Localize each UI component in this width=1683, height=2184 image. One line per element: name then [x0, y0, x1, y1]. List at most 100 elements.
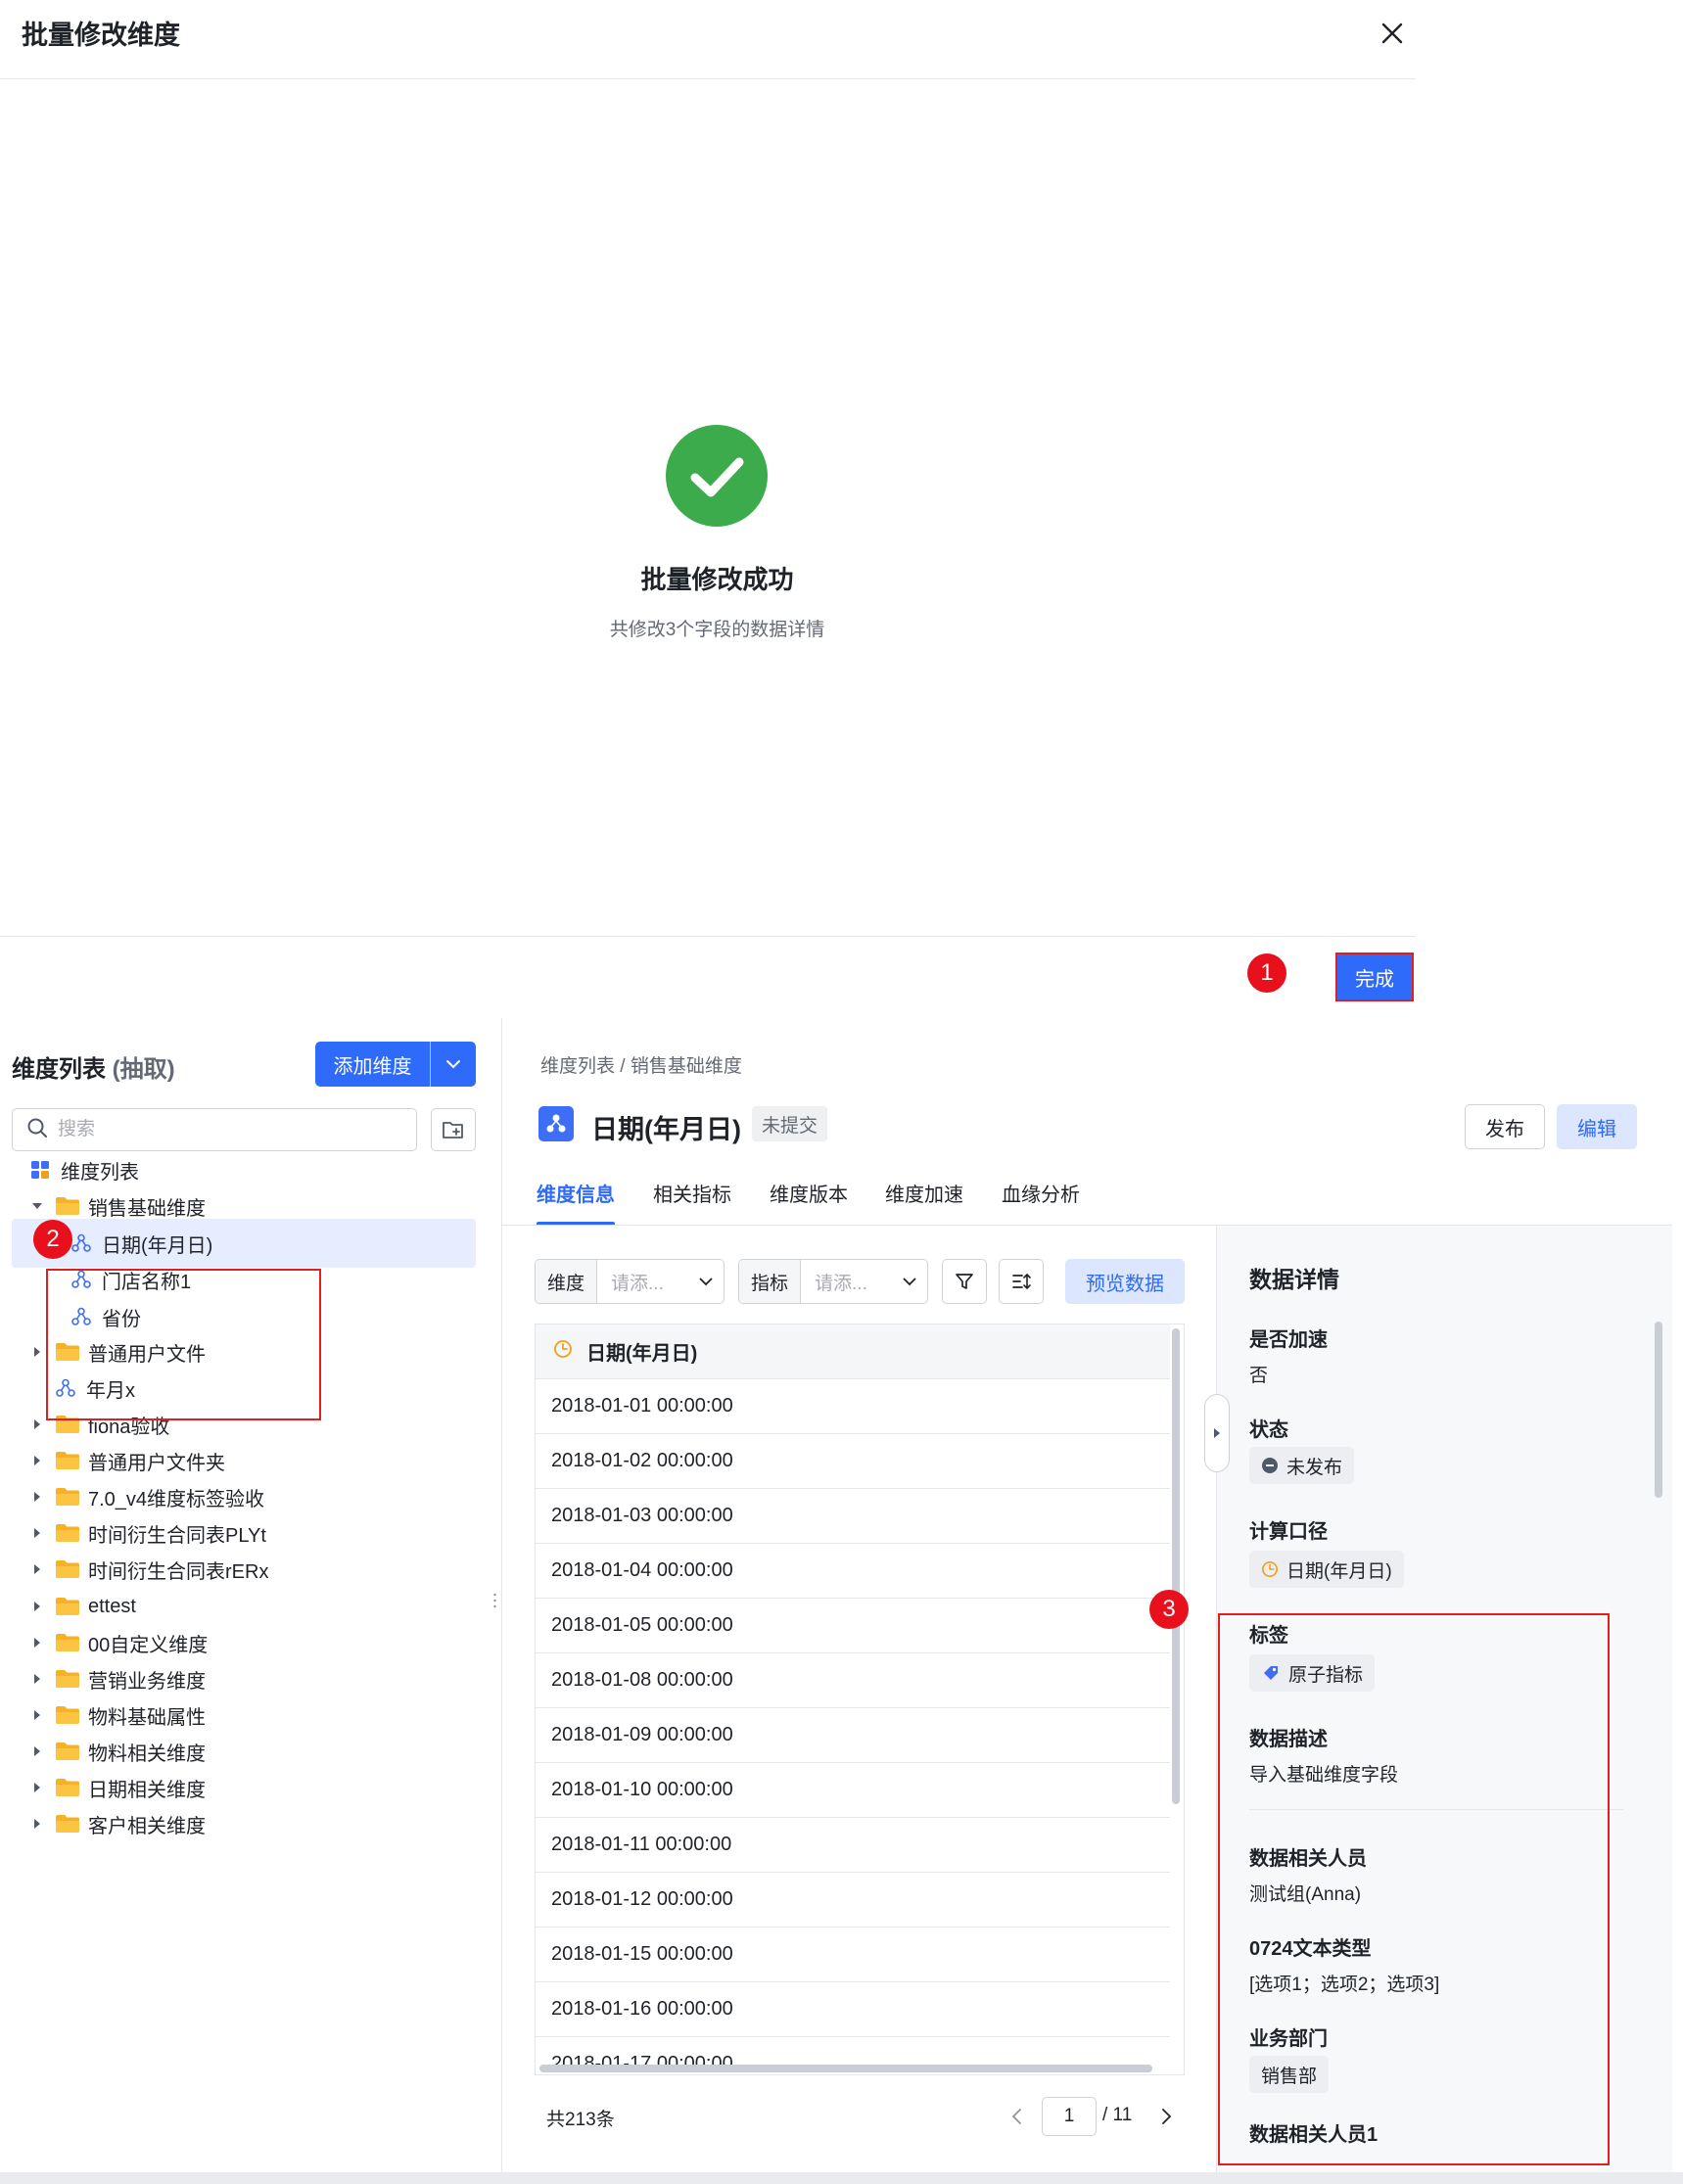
breadcrumb[interactable]: 维度列表 / 销售基础维度	[540, 1051, 742, 1078]
dimension-filter-select[interactable]: 维度 请添...	[535, 1259, 725, 1304]
table-row: 2018-01-02 00:00:00	[536, 1434, 1170, 1489]
folder-icon	[55, 1777, 80, 1798]
caret-down-icon[interactable]	[27, 1196, 47, 1216]
caret-right-icon[interactable]	[27, 1814, 47, 1834]
detail-scrollbar[interactable]	[1655, 1322, 1662, 1498]
folder-icon	[55, 1704, 80, 1726]
sidebar-title: 维度列表 (抽取)	[12, 1049, 175, 1084]
caret-right-icon[interactable]	[27, 1415, 47, 1434]
batch-edit-dialog: 批量修改维度 批量修改成功 共修改3个字段的数据详情 1 完成	[0, 0, 1416, 1008]
sort-icon	[1012, 1273, 1031, 1290]
new-folder-icon	[443, 1122, 463, 1138]
calc-chip[interactable]: 日期(年月日)	[1249, 1551, 1404, 1588]
edit-button[interactable]: 编辑	[1557, 1104, 1637, 1149]
tree-item-label: 物料相关维度	[88, 1743, 206, 1765]
success-subtitle: 共修改3个字段的数据详情	[609, 620, 825, 640]
caret-right-icon[interactable]	[27, 1559, 47, 1579]
success-check-icon	[666, 425, 768, 527]
table-header: 日期(年月日)	[536, 1324, 1170, 1379]
table-cell: 2018-01-09 00:00:00	[551, 1724, 733, 1745]
tree-item-label: 时间衍生合同表PLYt	[88, 1524, 266, 1547]
detail-title: 数据详情	[1249, 1267, 1339, 1292]
tree-item-label: 7.0_v4维度标签验收	[88, 1488, 265, 1510]
caret-right-icon[interactable]	[27, 1778, 47, 1797]
tab-related-metrics[interactable]: 相关指标	[653, 1179, 731, 1207]
caret-right-icon[interactable]	[27, 1633, 47, 1652]
caret-right-icon[interactable]	[27, 1523, 47, 1543]
folder-icon	[55, 1741, 80, 1762]
calc-label: 计算口径	[1249, 1521, 1328, 1543]
table-row: 2018-01-03 00:00:00	[536, 1489, 1170, 1544]
filter-button[interactable]	[942, 1259, 987, 1304]
page-number-input[interactable]	[1042, 2097, 1097, 2136]
sidebar-title-sub: (抽取)	[112, 1056, 175, 1083]
caret-right-icon[interactable]	[27, 1742, 47, 1761]
tree-item-label: 日期(年月日)	[102, 1234, 213, 1257]
grid-icon	[27, 1159, 53, 1181]
caret-right-icon[interactable]	[27, 1342, 47, 1362]
metric-filter-select[interactable]: 指标 请添...	[738, 1259, 928, 1304]
dimension-filter-label: 维度	[536, 1260, 598, 1303]
filter-icon	[956, 1274, 973, 1289]
tab-dimension-acceleration[interactable]: 维度加速	[885, 1179, 963, 1207]
folder-icon	[55, 1195, 80, 1217]
table-cell: 2018-01-03 00:00:00	[551, 1505, 733, 1526]
chevron-down-icon	[892, 1273, 927, 1290]
table-cell: 2018-01-15 00:00:00	[551, 1943, 733, 1965]
tree-item-label: ettest	[88, 1595, 136, 1617]
search-icon	[26, 1117, 48, 1143]
table-horizontal-scrollbar[interactable]	[539, 2065, 1152, 2072]
caret-right-icon	[1214, 1428, 1220, 1438]
table-vertical-scrollbar[interactable]	[1172, 1328, 1180, 1804]
table-cell: 2018-01-16 00:00:00	[551, 1998, 733, 2020]
caret-right-icon[interactable]	[27, 1669, 47, 1689]
table-cell: 2018-01-02 00:00:00	[551, 1450, 733, 1471]
status-label: 状态	[1249, 1419, 1288, 1441]
done-button[interactable]: 完成	[1335, 953, 1414, 1001]
status-chip: 未发布	[1249, 1447, 1355, 1484]
preview-data-button[interactable]: 预览数据	[1065, 1259, 1185, 1304]
tree-item-label: 销售基础维度	[88, 1197, 206, 1220]
tab-dimension-versions[interactable]: 维度版本	[770, 1179, 848, 1207]
close-icon[interactable]	[1375, 16, 1410, 51]
table-cell: 2018-01-05 00:00:00	[551, 1614, 733, 1636]
table-cell: 2018-01-08 00:00:00	[551, 1669, 733, 1691]
annotation-marker-2: 2	[33, 1220, 72, 1259]
bottom-scroll-strip	[0, 2172, 1683, 2184]
dimension-title: 日期(年月日)	[591, 1115, 741, 1144]
publish-button[interactable]: 发布	[1465, 1104, 1545, 1149]
splitter-handle-icon[interactable]	[493, 1592, 496, 1609]
sidebar-title-main: 维度列表	[12, 1056, 106, 1083]
caret-right-icon[interactable]	[27, 1597, 47, 1616]
folder-icon	[55, 1450, 80, 1471]
search-input[interactable]	[58, 1119, 391, 1140]
tab-dimension-info[interactable]: 维度信息	[537, 1179, 615, 1207]
caret-right-icon[interactable]	[27, 1451, 47, 1470]
caret-right-icon[interactable]	[27, 1705, 47, 1725]
success-title: 批量修改成功	[640, 565, 794, 594]
table-cell: 2018-01-12 00:00:00	[551, 1888, 733, 1910]
next-page-icon[interactable]	[1151, 2099, 1181, 2134]
tree-item-label: 普通用户文件夹	[88, 1452, 225, 1474]
table-cell: 2018-01-11 00:00:00	[551, 1834, 732, 1855]
chevron-down-icon[interactable]	[431, 1054, 476, 1074]
annotation-marker-3: 3	[1149, 1590, 1189, 1629]
table-row: 2018-01-09 00:00:00	[536, 1708, 1170, 1763]
table-cell: 2018-01-10 00:00:00	[551, 1779, 733, 1800]
total-count: 共213条	[546, 2110, 615, 2130]
sort-button[interactable]	[999, 1259, 1044, 1304]
metric-filter-placeholder: 请添...	[815, 1273, 867, 1294]
data-table: 日期(年月日) 2018-01-01 00:00:00 2018-01-02 00…	[535, 1324, 1185, 2075]
sidebar-splitter[interactable]	[501, 1018, 502, 2184]
dimension-type-icon	[538, 1106, 574, 1141]
dimension-icon	[69, 1232, 94, 1254]
collapse-panel-button[interactable]	[1204, 1394, 1230, 1472]
caret-right-icon[interactable]	[27, 1487, 47, 1507]
clock-icon	[1261, 1560, 1279, 1578]
prev-page-icon[interactable]	[1003, 2099, 1032, 2134]
tree-item[interactable]: 客户相关维度	[12, 1799, 476, 1848]
folder-icon	[55, 1596, 80, 1617]
folder-icon	[55, 1813, 80, 1835]
tab-lineage-analysis[interactable]: 血缘分析	[1002, 1179, 1080, 1207]
add-dimension-button[interactable]: 添加维度	[315, 1042, 476, 1087]
